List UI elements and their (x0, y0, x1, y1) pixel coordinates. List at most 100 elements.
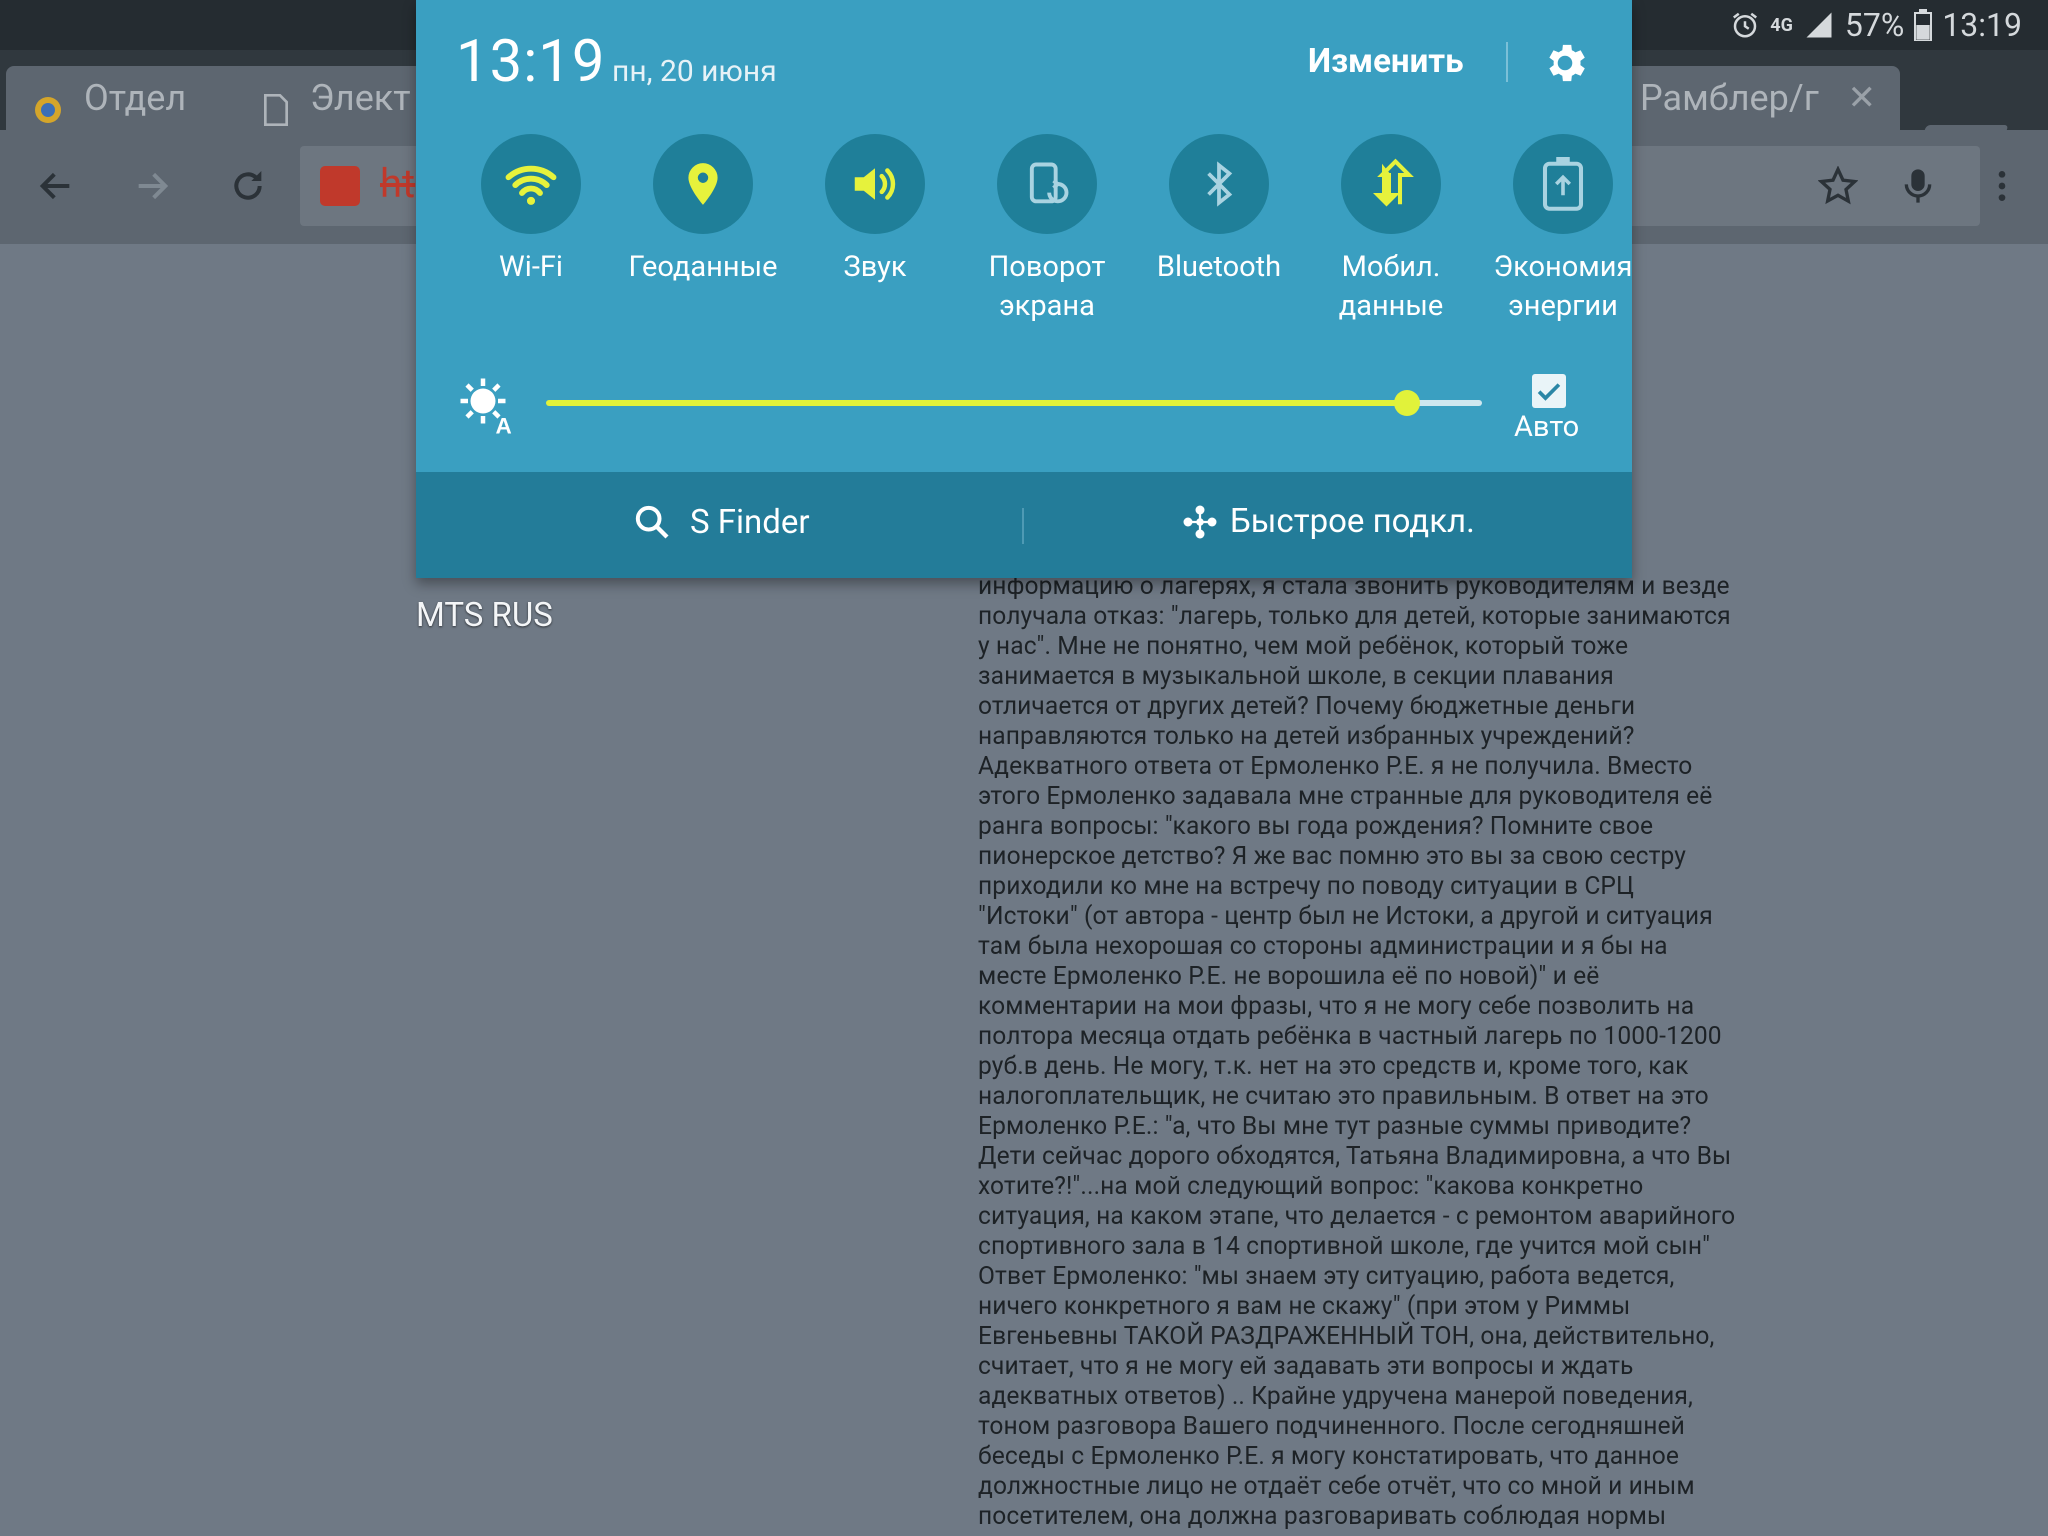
panel-bottom-bar: S Finder Быстрое подкл. (416, 472, 1632, 578)
toggle-mobile-data[interactable]: Мобил. данные (1306, 134, 1476, 326)
edit-button[interactable]: Изменить (1308, 42, 1464, 81)
article-line: получала отказ: "лагерь, только для дете… (978, 602, 1731, 631)
toggle-label: Wi-Fi (499, 250, 563, 284)
auto-brightness-label: Авто (1514, 410, 1580, 444)
status-time: 13:19 (1942, 6, 2022, 44)
bottom-divider (1022, 508, 1024, 544)
toggle-label: Мобил. данные (1338, 250, 1444, 323)
toggle-label: Bluetooth (1156, 250, 1282, 284)
voice-search-button[interactable] (1888, 156, 1948, 216)
article-line: спортивного зала в 14 спортивной школе, … (978, 1232, 1711, 1261)
toggle-sound[interactable]: Звук (790, 134, 960, 287)
article-line: налогоплательщик, не считаю это правильн… (978, 1082, 1709, 1111)
article-line: посетителем, она должна разговаривать со… (978, 1502, 1667, 1531)
toggle-label: Звук (843, 250, 907, 284)
alarm-icon (1733, 12, 1758, 38)
tab-title: Рамблер/г (1640, 77, 1819, 119)
article-line: Дети сейчас дорого обходятся, Татьяна Вл… (978, 1142, 1732, 1171)
toggle-bluetooth[interactable]: Bluetooth (1134, 134, 1304, 287)
quick-connect-icon (1183, 505, 1217, 538)
reload-button[interactable] (218, 156, 278, 216)
article-line: должностные лицо не отдаёт себе отчёт, ч… (978, 1472, 1695, 1501)
s-finder-button[interactable]: S Finder (632, 502, 810, 542)
article-line: тоном разговора Вашего подчиненного. Пос… (978, 1412, 1685, 1441)
brightness-slider-thumb[interactable] (1394, 390, 1421, 416)
url-text: ht (380, 160, 416, 207)
toggle-label: Поворот экрана (988, 250, 1106, 323)
article-line: "Истоки" (от автора - центр был не Исток… (978, 902, 1713, 931)
rotate-icon (1029, 162, 1069, 204)
article-line: Ермоленко Р.Е.: "а, что Вы мне тут разны… (978, 1112, 1692, 1141)
battery-percent: 57% (1844, 6, 1905, 44)
carrier-name: MTS RUS (416, 596, 553, 635)
article-line: полтора месяца отдать ребёнка в частный … (978, 1022, 1722, 1051)
microphone-icon (1904, 169, 1932, 203)
tab-otdel[interactable]: Отдел (6, 66, 256, 130)
svg-text:A: A (496, 414, 512, 437)
article-line: занимается в музыкальной школе, в секции… (978, 662, 1614, 691)
search-icon (635, 505, 669, 539)
quick-connect-label: Быстрое подкл. (1230, 502, 1475, 541)
article-line: ранга вопросы: "какого вы года рождения?… (978, 812, 1654, 841)
gear-icon (1549, 44, 1585, 82)
tab-elect[interactable]: Элект (236, 66, 426, 130)
article-line: направляются только на детей избранных у… (978, 722, 1635, 751)
article-line: ничего конкретного я вам не скажу" (при … (978, 1292, 1631, 1321)
brightness-slider[interactable] (546, 400, 1482, 406)
toggle-label: Экономия энергии (1493, 250, 1633, 323)
article-line: беседы с Ермоленко Р.Е. я могу констатир… (978, 1442, 1679, 1471)
header-divider (1506, 42, 1508, 82)
back-arrow-icon (39, 172, 70, 200)
tab-close-icon[interactable]: ✕ (1848, 66, 1877, 130)
power-saving-icon (1542, 157, 1584, 211)
network-type: 4G (1770, 14, 1793, 36)
article-line: отличается от других детей? Почему бюдже… (978, 692, 1636, 721)
article-line: ситуация, на каком этапе, что делается -… (978, 1202, 1736, 1231)
battery-icon (1914, 9, 1933, 41)
back-button[interactable] (26, 156, 86, 216)
document-icon (262, 82, 294, 126)
bookmark-star-button[interactable] (1808, 156, 1868, 216)
article-line: руб.в день. Не могу, т.к. нет на это сре… (978, 1052, 1689, 1081)
toggle-power-saving[interactable]: Экономия энергии (1478, 134, 1648, 326)
s-finder-label: S Finder (690, 502, 810, 542)
panel-date: пн, 20 июня (612, 54, 777, 89)
checkmark-icon (1537, 383, 1561, 401)
article-line: Адекватного ответа от Ермоленко Р.Е. я н… (978, 752, 1693, 781)
reload-icon (234, 171, 262, 200)
article-line: месте Ермоленко Р.Е. не ворошила её по н… (978, 962, 1600, 991)
signal-icon (1806, 12, 1832, 38)
article-line: считает, что я не могу ей задавать эти в… (978, 1352, 1634, 1381)
toggle-label: Геоданные (628, 250, 778, 284)
article-line: у нас". Мне не понятно, чем мой ребёнок,… (978, 632, 1629, 661)
quick-settings-panel: 13:19 пн, 20 июня Изменить Wi-Fi Геоданн… (416, 0, 1632, 578)
panel-clock: 13:19 (456, 28, 606, 96)
auto-brightness-checkbox[interactable] (1532, 374, 1566, 408)
insecure-lock-icon (320, 166, 360, 206)
forward-button[interactable] (122, 156, 182, 216)
wifi-icon (505, 165, 557, 205)
brightness-auto-icon: A (460, 378, 512, 437)
settings-button[interactable] (1540, 38, 1590, 88)
mobile-data-icon (1373, 158, 1414, 207)
tab-rambler[interactable]: Рамблер/г ✕ (1620, 66, 1900, 130)
article-line: там была нехорошая со стороны администра… (978, 932, 1668, 961)
toggle-rotation[interactable]: Поворот экрана (962, 134, 1132, 326)
site-favicon-icon (32, 82, 64, 123)
sound-icon (854, 168, 896, 200)
article-line: хотите?!"...на мой следующий вопрос: "ка… (978, 1172, 1644, 1201)
toggle-wifi[interactable]: Wi-Fi (446, 134, 616, 287)
bluetooth-icon (1207, 161, 1233, 207)
tab-title: Отдел (84, 77, 187, 119)
location-icon (688, 163, 718, 205)
tab-title: Элект (310, 77, 411, 119)
article-line: приходили ко мне на встречу по поводу си… (978, 872, 1635, 901)
article-line: комментарии на мои фразы, что я не могу … (978, 992, 1695, 1021)
article-line: адекватных ответов) .. Крайне удручена м… (978, 1382, 1693, 1411)
quick-connect-button[interactable]: Быстрое подкл. (1182, 502, 1475, 541)
toggle-location[interactable]: Геоданные (618, 134, 788, 287)
overflow-menu-button[interactable] (1972, 156, 2032, 216)
article-line: этого Ермоленко задавала мне странные дл… (978, 782, 1713, 811)
article-line: Ответ Ермоленко: "мы знаем эту ситуацию,… (978, 1262, 1675, 1291)
article-line: Евгеньевны ТАКОЙ РАЗДРАЖЕННЫЙ ТОН, она, … (978, 1322, 1715, 1351)
